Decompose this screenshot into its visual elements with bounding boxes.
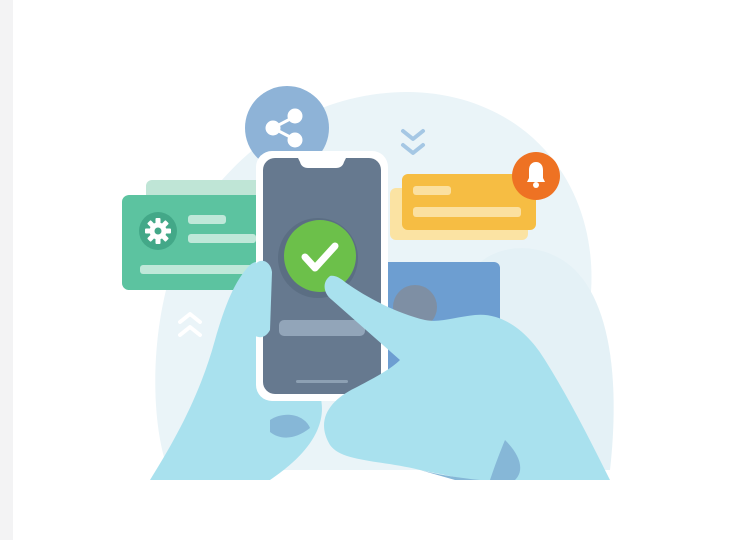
check-icon xyxy=(284,220,356,292)
illustration xyxy=(122,86,614,480)
gear-icon xyxy=(139,212,177,250)
smartphone xyxy=(256,151,388,401)
bell-badge xyxy=(512,152,560,200)
